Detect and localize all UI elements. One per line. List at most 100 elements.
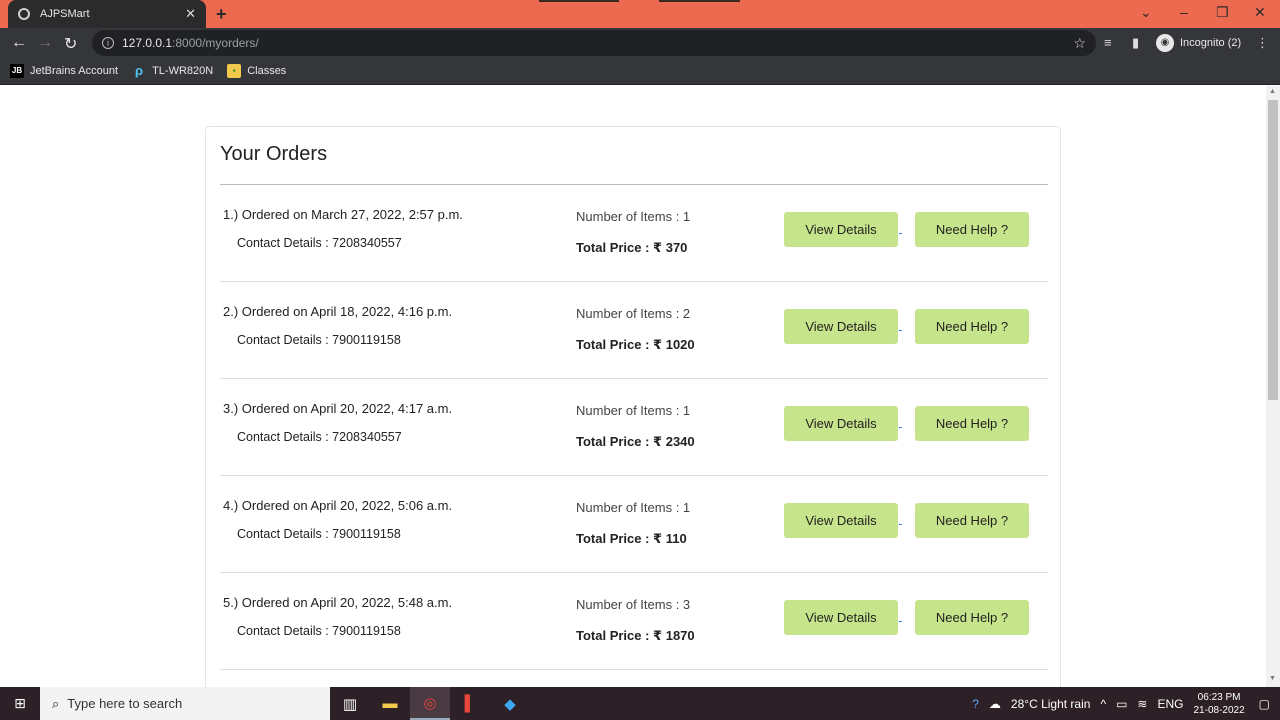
order-contact: Contact Details : 7900119158 xyxy=(237,624,401,638)
need-help-button[interactable]: Need Help ? xyxy=(915,309,1029,344)
order-total: Total Price : ₹ 2340 xyxy=(576,434,695,449)
classroom-icon: ▪ xyxy=(227,64,242,78)
order-total: Total Price : ₹ 1020 xyxy=(576,337,695,352)
menu-icon[interactable]: ⋮ xyxy=(1256,35,1269,51)
order-row: 5.) Ordered on April 20, 2022, 5:48 a.m.… xyxy=(220,573,1048,670)
order-date: 3.) Ordered on April 20, 2022, 4:17 a.m. xyxy=(223,401,453,416)
reading-list-icon[interactable]: ≡ xyxy=(1104,35,1112,50)
order-date: 2.) Ordered on April 18, 2022, 4:16 p.m. xyxy=(223,304,453,319)
order-item-count: Number of Items : 3 xyxy=(576,597,691,612)
tab-strip-divider xyxy=(659,0,740,2)
url-host: 127.0.0.1 xyxy=(122,36,173,50)
clock[interactable]: 06:23 PM 21-08-2022 xyxy=(1194,691,1245,717)
profile-label: Incognito (2) xyxy=(1180,37,1242,49)
tab-search-icon[interactable]: ⌄ xyxy=(1140,4,1152,21)
search-icon: ⌕ xyxy=(52,695,60,711)
close-window-icon[interactable]: ✕ xyxy=(1254,4,1266,21)
orders-card: Your Orders 1.) Ordered on March 27, 202… xyxy=(205,126,1061,687)
page-viewport: Your Orders 1.) Ordered on March 27, 202… xyxy=(0,86,1266,687)
view-details-button[interactable]: View Details xyxy=(784,212,898,247)
order-date: 5.) Ordered on April 20, 2022, 5:48 a.m. xyxy=(223,595,453,610)
order-date: 4.) Ordered on April 20, 2022, 5:06 a.m. xyxy=(223,498,453,513)
site-info-icon[interactable]: i xyxy=(102,37,114,49)
battery-icon[interactable]: ▭ xyxy=(1116,697,1127,711)
weather-icon: ☁ xyxy=(988,696,1001,711)
order-contact: Contact Details : 7208340557 xyxy=(237,430,402,444)
chrome-icon[interactable]: ◎ xyxy=(410,687,450,720)
jetbrains-icon: JB xyxy=(10,64,24,78)
order-total: Total Price : ₹ 370 xyxy=(576,240,688,255)
browser-tabbar: AJPSMart ✕ + ⌄ – ❐ ✕ xyxy=(0,0,1280,28)
order-row: 1.) Ordered on March 27, 2022, 2:57 p.m.… xyxy=(220,185,1048,282)
order-total: Total Price : ₹ 1870 xyxy=(576,628,695,643)
order-contact: Contact Details : 7900119158 xyxy=(237,527,401,541)
browser-tab[interactable]: AJPSMart ✕ xyxy=(8,0,206,28)
file-explorer-icon[interactable]: ▬ xyxy=(370,687,410,720)
language-indicator[interactable]: ENG xyxy=(1157,697,1183,711)
order-total: Total Price : ₹ 110 xyxy=(576,531,687,546)
view-details-button[interactable]: View Details xyxy=(784,503,898,538)
need-help-button[interactable]: Need Help ? xyxy=(915,406,1029,441)
order-item-count: Number of Items : 1 xyxy=(576,403,691,418)
minimize-icon[interactable]: – xyxy=(1180,4,1188,20)
link-separator xyxy=(899,524,902,525)
back-icon[interactable]: ← xyxy=(11,34,27,52)
order-contact: Contact Details : 7900119158 xyxy=(237,333,401,347)
task-view-icon[interactable]: ▥ xyxy=(330,687,370,720)
page-scrollbar[interactable]: ▲ ▼ xyxy=(1266,86,1280,687)
office-icon[interactable]: ▌ xyxy=(450,687,490,720)
view-details-button[interactable]: View Details xyxy=(784,406,898,441)
url-path: :8000/myorders/ xyxy=(172,36,259,50)
page-title: Your Orders xyxy=(220,143,328,165)
globe-icon xyxy=(18,8,30,20)
scroll-down-icon[interactable]: ▼ xyxy=(1269,675,1276,682)
side-panel-icon[interactable]: ▮ xyxy=(1132,35,1139,51)
reload-icon[interactable]: ↻ xyxy=(64,34,77,54)
view-details-button[interactable]: View Details xyxy=(784,600,898,635)
tray-overflow-icon[interactable]: ^ xyxy=(1100,697,1106,711)
incognito-icon: ◉ xyxy=(1156,34,1174,52)
link-separator xyxy=(899,427,902,428)
link-separator xyxy=(899,621,902,622)
wifi-icon[interactable]: ≋ xyxy=(1137,697,1147,711)
notification-icon[interactable]: ▢ xyxy=(1259,697,1270,711)
bookmark-label: Classes xyxy=(247,65,287,77)
new-tab-icon[interactable]: + xyxy=(216,4,227,25)
profile-button[interactable]: ◉ Incognito (2) xyxy=(1156,34,1241,52)
order-item-count: Number of Items : 1 xyxy=(576,209,691,224)
tplink-icon: ρ xyxy=(135,63,144,78)
forward-icon[interactable]: → xyxy=(37,34,53,52)
bookmark-label: TL-WR820N xyxy=(152,65,214,77)
need-help-button[interactable]: Need Help ? xyxy=(915,212,1029,247)
address-bar[interactable]: i 127.0.0.1 :8000/myorders/ ☆ xyxy=(92,30,1096,56)
bookmark-tplink[interactable]: ρ TL-WR820N xyxy=(132,64,213,78)
clock-date: 21-08-2022 xyxy=(1193,704,1245,716)
restore-icon[interactable]: ❐ xyxy=(1216,4,1229,21)
order-item-count: Number of Items : 1 xyxy=(576,500,691,515)
view-details-button[interactable]: View Details xyxy=(784,309,898,344)
order-row: 3.) Ordered on April 20, 2022, 4:17 a.m.… xyxy=(220,379,1048,476)
order-row: 2.) Ordered on April 18, 2022, 4:16 p.m.… xyxy=(220,282,1048,379)
bookmark-jetbrains[interactable]: JB JetBrains Account xyxy=(10,64,118,78)
clock-time: 06:23 PM xyxy=(1197,691,1241,703)
weather-text[interactable]: 28°C Light rain xyxy=(1011,697,1091,711)
bookmark-star-icon[interactable]: ☆ xyxy=(1073,35,1086,52)
need-help-button[interactable]: Need Help ? xyxy=(915,600,1029,635)
windows-start-icon[interactable]: ⊞ xyxy=(0,687,40,720)
browser-toolbar: ← → ↻ i 127.0.0.1 :8000/myorders/ ☆ ≡ ▮ … xyxy=(0,28,1280,58)
bookmarks-bar: JB JetBrains Account ρ TL-WR820N ▪ Class… xyxy=(0,58,1280,85)
order-row: 4.) Ordered on April 20, 2022, 5:06 a.m.… xyxy=(220,476,1048,573)
bookmark-classes[interactable]: ▪ Classes xyxy=(227,64,286,78)
link-separator xyxy=(899,330,902,331)
need-help-button[interactable]: Need Help ? xyxy=(915,503,1029,538)
search-placeholder: Type here to search xyxy=(67,696,183,711)
scrollbar-thumb[interactable] xyxy=(1268,100,1278,400)
vscode-icon[interactable]: ◆ xyxy=(490,687,530,720)
taskbar-search[interactable]: ⌕ Type here to search xyxy=(40,687,330,720)
tab-strip-divider xyxy=(539,0,619,2)
link-separator xyxy=(899,233,902,234)
tab-title: AJPSMart xyxy=(40,8,90,20)
scroll-up-icon[interactable]: ▲ xyxy=(1269,88,1276,95)
close-tab-icon[interactable]: ✕ xyxy=(185,6,196,22)
help-icon[interactable]: ? xyxy=(972,697,979,711)
